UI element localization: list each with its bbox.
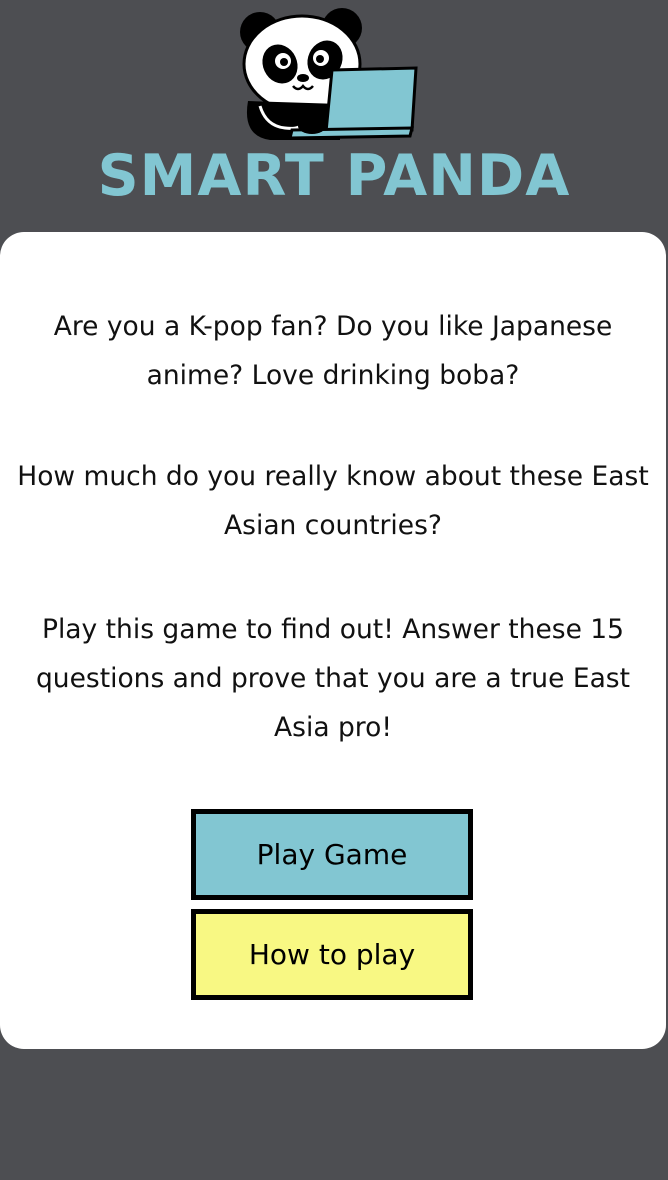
how-to-play-button-label: How to play [248, 938, 416, 971]
panda-laptop-logo-icon [240, 8, 418, 140]
intro-paragraph-question: How much do you really know about these … [17, 461, 649, 541]
play-game-button-label: Play Game [256, 838, 408, 871]
intro-paragraph-instructions: Play this game to find out! Answer these… [35, 614, 631, 743]
intro-paragraph-kpop: Are you a K-pop fan? Do you like Japanes… [53, 311, 613, 391]
play-game-button[interactable]: Play Game [191, 809, 473, 900]
how-to-play-button[interactable]: How to play [191, 909, 473, 1000]
app-title: SMART PANDA [97, 143, 571, 209]
intro-card: Are you a K-pop fan? Do you like Japanes… [0, 232, 666, 1049]
